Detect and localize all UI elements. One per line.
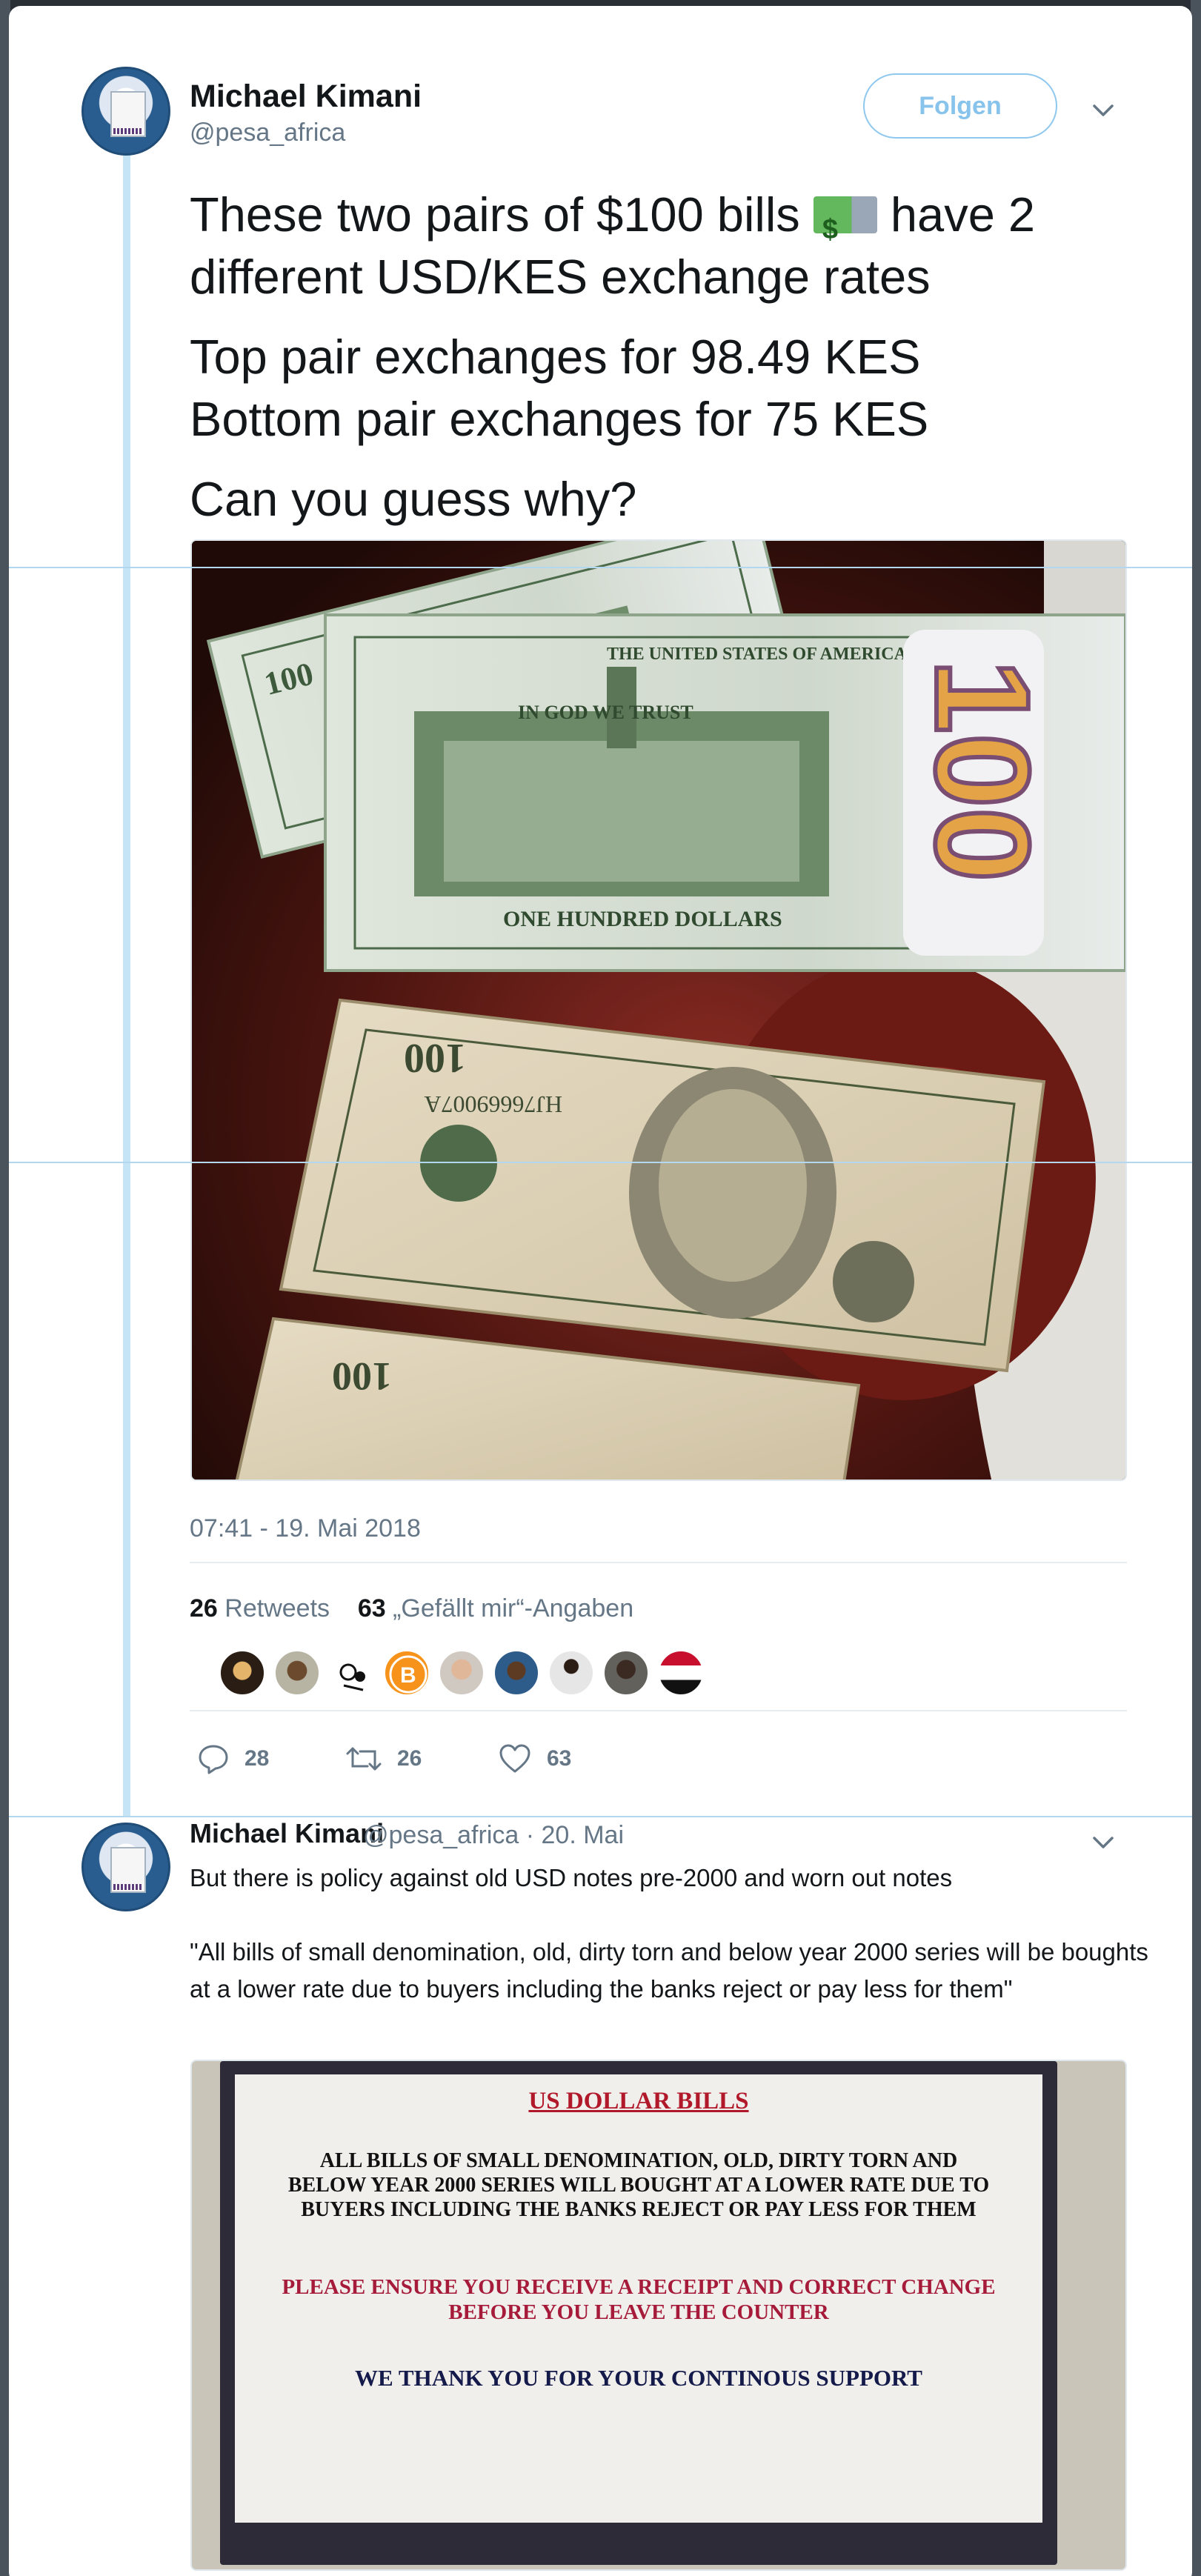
avatar[interactable] [81, 1823, 170, 1911]
tweet-timestamp[interactable]: 07:41 - 19. Mai 2018 [190, 1514, 421, 1543]
overlay-guide-line [9, 1816, 1192, 1817]
tweet-text-line-5: Can you guess why? [190, 472, 637, 526]
like-label[interactable]: „Gefällt mir“-Angaben [393, 1594, 633, 1623]
reply-text-line: But there is policy against old USD note… [190, 1864, 953, 1891]
bill-header: THE UNITED STATES OF AMERICA [607, 645, 908, 664]
overlay-guide-line [9, 567, 1192, 568]
retweet-label[interactable]: Retweets [224, 1594, 330, 1623]
reply-author-handle[interactable]: @pesa_africa [363, 1821, 519, 1849]
avatar[interactable] [658, 1650, 704, 1696]
divider [190, 1710, 1127, 1711]
follow-button[interactable]: Folgen [863, 73, 1057, 139]
svg-text:B: B [400, 1663, 416, 1688]
tweet-text-line-2: different USD/KES exchange rates [190, 250, 931, 304]
author-name[interactable]: Michael Kimani [190, 79, 422, 115]
avatar[interactable] [219, 1650, 265, 1696]
reply-photo[interactable]: US DOLLAR BILLS ALL BILLS OF SMALL DENOM… [190, 2060, 1127, 2571]
reply-quote: "All bills of small denomination, old, d… [190, 1938, 1148, 2003]
like-button[interactable]: 63 [498, 1743, 571, 1775]
retweet-button[interactable]: 26 [345, 1743, 422, 1775]
overlay-guide-line [9, 1162, 1192, 1163]
avatar[interactable]: B [384, 1650, 430, 1696]
bill-denomination: 100 [332, 1354, 392, 1399]
reply-count: 28 [244, 1746, 270, 1771]
retweet-action-count: 26 [397, 1746, 422, 1771]
chevron-down-icon[interactable] [1092, 1831, 1114, 1854]
sign-paper: US DOLLAR BILLS ALL BILLS OF SMALL DENOM… [235, 2074, 1042, 2523]
avatar[interactable] [439, 1650, 485, 1696]
avatar[interactable] [548, 1650, 594, 1696]
sign-thanks: WE THANK YOU FOR YOUR CONTINOUS SUPPORT [355, 2365, 922, 2391]
reply-button[interactable]: 28 [197, 1743, 269, 1775]
bills-photo-illustration: 100 IN GOD WE TRUST THE UNITED STATES OF… [192, 541, 1125, 1480]
reply-meta: @pesa_africa · 20. Mai [363, 1821, 624, 1850]
avatar[interactable] [274, 1650, 320, 1696]
retweet-icon [346, 1747, 382, 1771]
tweet-text-line-4: Bottom pair exchanges for 75 KES [190, 392, 929, 446]
tweet-stats: 26 Retweets 63 „Gefällt mir“-Angaben [190, 1594, 633, 1623]
reply-author-name[interactable]: Michael Kimani [190, 1818, 384, 1849]
tweet-card: Michael Kimani @pesa_africa Folgen These… [9, 6, 1192, 2576]
sign-body: ALL BILLS OF SMALL DENOMINATION, OLD, DI… [287, 2149, 990, 2221]
reply-date[interactable]: · 20. Mai [526, 1821, 624, 1849]
like-icon [499, 1744, 530, 1773]
liker-avatars: B [219, 1650, 704, 1696]
like-count[interactable]: 63 [358, 1594, 386, 1623]
avatar[interactable] [81, 67, 170, 156]
like-action-count: 63 [547, 1746, 572, 1771]
tweet-text-segment: These two pairs of $100 bills [190, 187, 800, 242]
avatar[interactable] [603, 1650, 649, 1696]
tweet-text-line-1: These two pairs of $100 bills $ have 2 [190, 184, 1153, 246]
background-right [1191, 0, 1201, 2576]
sign-notice: PLEASE ENSURE YOU RECEIVE A RECEIPT AND … [282, 2275, 996, 2324]
bill-large-denomination: 100 [908, 659, 1057, 882]
author-handle[interactable]: @pesa_africa [190, 119, 345, 147]
bill-caption: ONE HUNDRED DOLLARS [503, 907, 782, 931]
bitcoin-icon: B [389, 1655, 427, 1694]
divider [190, 1562, 1127, 1563]
sign-title: US DOLLAR BILLS [528, 2088, 749, 2114]
money-emoji-icon: $ [813, 196, 877, 245]
reply-icon [199, 1745, 228, 1774]
bill-serial: HJ76669007A [424, 1091, 562, 1118]
avatar[interactable] [329, 1650, 375, 1696]
bill-motto: IN GOD WE TRUST [518, 702, 693, 723]
chevron-down-icon[interactable] [1092, 99, 1114, 122]
bill-denomination: 100 [404, 1035, 466, 1081]
tweet-text-segment: have 2 [890, 187, 1036, 242]
avatar[interactable] [493, 1650, 539, 1696]
tweet-text-line-3: Top pair exchanges for 98.49 KES [190, 330, 921, 384]
retweet-count[interactable]: 26 [190, 1594, 218, 1623]
tweet-photo[interactable]: 100 IN GOD WE TRUST THE UNITED STATES OF… [190, 539, 1127, 1481]
thread-connector-line [123, 154, 130, 1817]
